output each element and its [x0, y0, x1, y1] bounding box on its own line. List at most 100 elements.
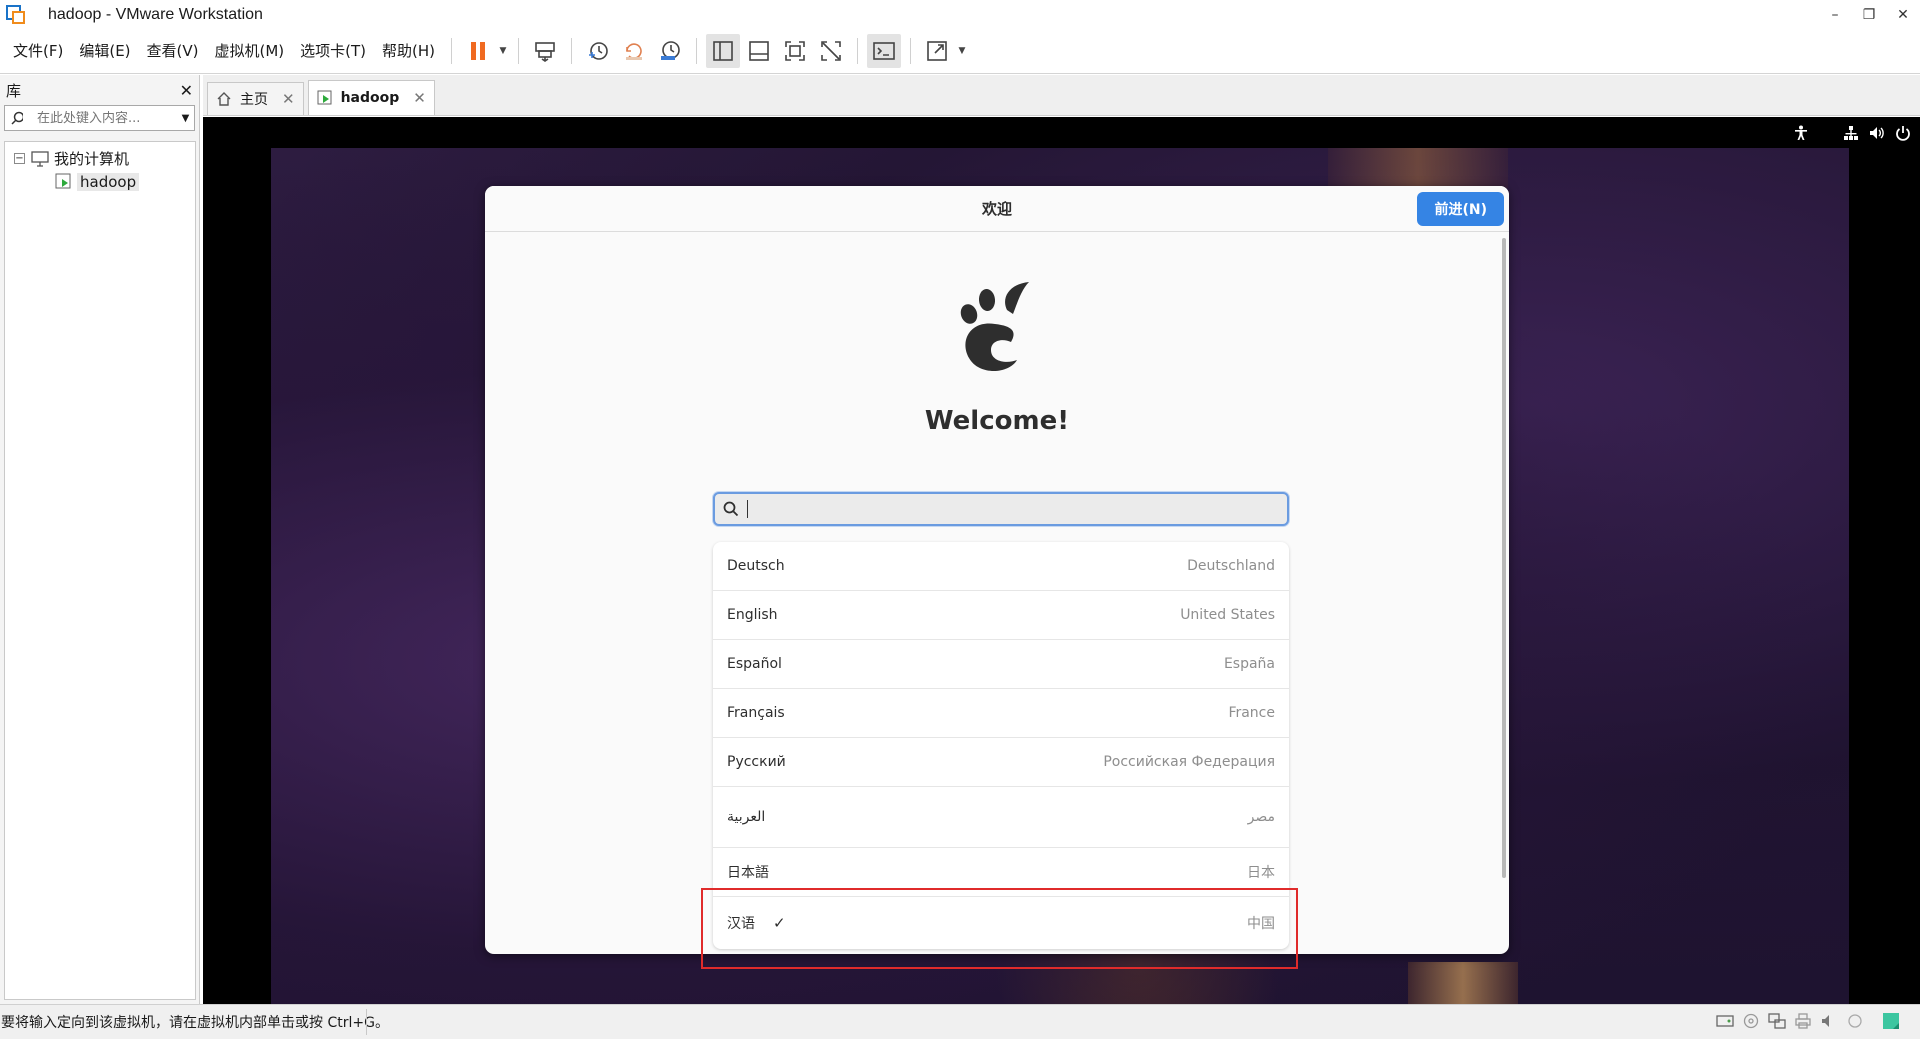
- pause-icon[interactable]: [461, 34, 495, 68]
- usb-icon[interactable]: [1844, 1010, 1866, 1032]
- cd-dvd-icon[interactable]: [1740, 1010, 1762, 1032]
- welcome-dialog: 欢迎 前进(N) Welcome! Deutsch Deutschland En…: [485, 186, 1509, 954]
- language-region: مصر: [1247, 809, 1275, 825]
- power-icon[interactable]: [1890, 120, 1916, 146]
- language-region: 日本: [1247, 865, 1275, 881]
- next-button[interactable]: 前进(N): [1417, 192, 1504, 226]
- language-region: España: [1223, 656, 1275, 672]
- language-row-russian[interactable]: Русский Российская Федерация: [713, 738, 1289, 787]
- minimize-button[interactable]: –: [1818, 0, 1852, 29]
- vm-icon: [317, 90, 332, 105]
- language-region: France: [1228, 705, 1275, 721]
- accessibility-icon[interactable]: [1788, 120, 1814, 146]
- thumbnail-view-icon[interactable]: [742, 34, 776, 68]
- message-log-icon[interactable]: [1880, 1010, 1902, 1032]
- language-name: English: [727, 607, 778, 623]
- search-icon: [723, 501, 739, 517]
- vm-display[interactable]: 欢迎 前进(N) Welcome! Deutsch Deutschland En…: [203, 117, 1920, 1004]
- toolbar-separator: [910, 38, 912, 64]
- library-search: ▼: [4, 105, 195, 131]
- tab-bar: 主页 ✕ hadoop ✕: [203, 75, 1920, 116]
- send-ctrl-alt-del-icon[interactable]: [528, 34, 562, 68]
- tab-home[interactable]: 主页 ✕: [207, 82, 304, 115]
- search-icon: [11, 111, 23, 125]
- snapshot-icon[interactable]: [581, 34, 615, 68]
- status-divider: [366, 1009, 367, 1035]
- tree-item-label: hadoop: [77, 172, 140, 191]
- tab-hadoop[interactable]: hadoop ✕: [307, 80, 435, 115]
- hard-disk-icon[interactable]: [1714, 1010, 1736, 1032]
- gnome-top-bar: [1788, 117, 1920, 148]
- highlight-annotation: [701, 888, 1298, 969]
- close-icon[interactable]: ✕: [413, 89, 426, 107]
- fullscreen-icon[interactable]: [778, 34, 812, 68]
- language-row-english[interactable]: English United States: [713, 591, 1289, 640]
- tree-item-my-computer[interactable]: − 我的计算机: [5, 147, 195, 170]
- tree-item-label: 我的计算机: [54, 150, 130, 168]
- close-window-button[interactable]: ✕: [1886, 0, 1920, 29]
- vmware-app-icon: [6, 4, 26, 25]
- chevron-down-icon[interactable]: ▼: [955, 34, 969, 68]
- language-name: Deutsch: [727, 558, 785, 574]
- network-icon[interactable]: [1838, 120, 1864, 146]
- menu-toolbar: 文件(F) 编辑(E) 查看(V) 虚拟机(M) 选项卡(T) 帮助(H) ▼ …: [0, 29, 1920, 74]
- collapse-toggle[interactable]: −: [14, 153, 25, 164]
- library-panel: 库 ✕ ▼ − 我的计算机 hadoop: [0, 75, 200, 1004]
- console-icon[interactable]: [867, 34, 902, 68]
- language-name: Español: [727, 656, 782, 672]
- restore-button[interactable]: ❐: [1852, 0, 1886, 29]
- scrollbar[interactable]: [1502, 238, 1506, 878]
- vm-icon: [55, 173, 71, 188]
- toolbar-separator: [518, 38, 520, 64]
- close-icon[interactable]: ✕: [180, 81, 193, 100]
- window-title: hadoop - VMware Workstation: [48, 5, 263, 23]
- tab-label: 主页: [240, 92, 268, 108]
- language-search-input[interactable]: [747, 500, 1267, 518]
- language-region: United States: [1180, 607, 1275, 623]
- printer-icon[interactable]: [1792, 1010, 1814, 1032]
- toolbar-separator: [696, 38, 698, 64]
- language-name: Français: [727, 705, 785, 721]
- library-search-input[interactable]: [36, 110, 177, 126]
- language-region: Российская Федерация: [1103, 754, 1275, 770]
- menu-tabs[interactable]: 选项卡(T): [292, 29, 374, 74]
- tab-label: hadoop: [340, 90, 400, 106]
- dialog-title: 欢迎: [981, 200, 1012, 218]
- menu-file[interactable]: 文件(F): [5, 29, 71, 74]
- menu-view[interactable]: 查看(V): [139, 29, 207, 74]
- tree-item-hadoop[interactable]: hadoop: [5, 170, 195, 193]
- menu-help[interactable]: 帮助(H): [374, 29, 443, 74]
- gnome-foot-logo: [960, 282, 1029, 371]
- snapshot-manager-icon[interactable]: [653, 34, 687, 68]
- menu-edit[interactable]: 编辑(E): [71, 29, 138, 74]
- language-row-arabic[interactable]: العربية مصر: [713, 787, 1289, 848]
- volume-icon[interactable]: [1864, 120, 1890, 146]
- menu-vm[interactable]: 虚拟机(M): [207, 29, 293, 74]
- wallpaper-accent: [1408, 962, 1518, 1004]
- library-view-icon[interactable]: [706, 34, 741, 68]
- toolbar-separator: [857, 38, 859, 64]
- language-row-deutsch[interactable]: Deutsch Deutschland: [713, 542, 1289, 591]
- unity-icon[interactable]: [814, 34, 848, 68]
- language-row-francais[interactable]: Français France: [713, 689, 1289, 738]
- device-icons: [1714, 1010, 1902, 1032]
- status-bar: 要将输入定向到该虚拟机，请在虚拟机内部单击或按 Ctrl+G。: [0, 1004, 1920, 1039]
- toolbar-separator: [451, 38, 453, 64]
- library-header: 库 ✕: [0, 75, 199, 105]
- language-search[interactable]: [713, 492, 1289, 526]
- close-icon[interactable]: ✕: [282, 90, 295, 108]
- status-text: 要将输入定向到该虚拟机，请在虚拟机内部单击或按 Ctrl+G。: [1, 1015, 389, 1031]
- chevron-down-icon[interactable]: ▼: [496, 34, 510, 68]
- stretch-icon[interactable]: [920, 34, 954, 68]
- revert-snapshot-icon[interactable]: [617, 34, 651, 68]
- home-icon: [217, 92, 231, 106]
- network-adapter-icon[interactable]: [1766, 1010, 1788, 1032]
- library-tree: − 我的计算机 hadoop: [4, 141, 196, 1000]
- language-row-espanol[interactable]: Español España: [713, 640, 1289, 689]
- toolbar-separator: [571, 38, 573, 64]
- dialog-header: 欢迎 前进(N): [485, 186, 1509, 232]
- computer-icon: [31, 150, 49, 167]
- sound-card-icon[interactable]: [1818, 1010, 1840, 1032]
- chevron-down-icon[interactable]: ▼: [177, 113, 194, 124]
- language-name: Русский: [727, 754, 786, 770]
